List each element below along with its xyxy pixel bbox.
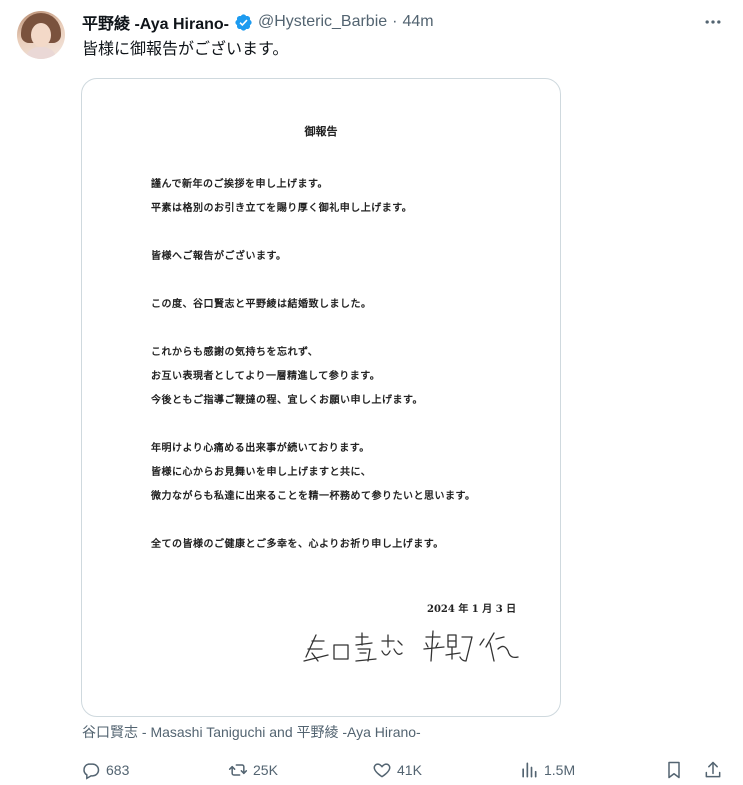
tweet-text: 皆様に御報告がございます。 bbox=[82, 39, 289, 58]
avatar[interactable] bbox=[17, 11, 65, 59]
like-button[interactable]: 41K bbox=[372, 756, 422, 784]
views-count: 1.5M bbox=[544, 762, 576, 778]
retweet-count: 25K bbox=[253, 762, 278, 778]
letter-line: 皆様に心からお見舞いを申し上げますと共に、 bbox=[151, 467, 372, 478]
reply-count: 683 bbox=[106, 762, 130, 778]
like-count: 41K bbox=[397, 762, 422, 778]
letter-title: 御報告 bbox=[304, 125, 338, 138]
letter-line: お互い表現者としてより一層精進して参ります。 bbox=[151, 371, 381, 382]
share-button[interactable] bbox=[703, 756, 723, 784]
retweet-icon bbox=[228, 764, 248, 776]
author-name[interactable]: 平野綾 -Aya Hirano- bbox=[82, 10, 229, 34]
letter-line: 全ての皆様のご健康とご多幸を、心よりお祈り申し上げます。 bbox=[151, 539, 444, 550]
verified-badge-icon bbox=[234, 13, 253, 32]
letter-line: 皆様へご報告がございます。 bbox=[151, 251, 287, 262]
letter-line: 平素は格別のお引き立てを賜り厚く御礼申し上げます。 bbox=[151, 203, 413, 214]
heart-icon bbox=[373, 763, 391, 778]
letter-date: 2024 年 1 月 3 日 bbox=[427, 604, 517, 615]
timestamp[interactable]: 44m bbox=[402, 13, 433, 31]
reply-icon bbox=[83, 763, 100, 780]
share-icon bbox=[705, 761, 721, 778]
reply-button[interactable]: 683 bbox=[81, 756, 129, 784]
views-icon bbox=[522, 762, 537, 778]
views-button[interactable]: 1.5M bbox=[519, 756, 575, 784]
letter-line: 微力ながらも私達に出来ることを精一杯務めて参りたいと思います。 bbox=[151, 491, 476, 502]
avatar-body bbox=[25, 47, 57, 59]
avatar-face bbox=[31, 23, 51, 47]
separator-dot: · bbox=[392, 13, 398, 30]
more-options-icon[interactable] bbox=[702, 12, 724, 32]
letter-line: 年明けより心痛める出来事が続いております。 bbox=[151, 443, 370, 454]
tweet-media-image[interactable]: 御報告 謹んで新年のご挨拶を申し上げます。 平素は格別のお引き立てを賜り厚く御礼… bbox=[81, 78, 561, 717]
bookmark-icon bbox=[668, 761, 680, 779]
letter-line: この度、谷口賢志と平野綾は結婚致しました。 bbox=[151, 299, 372, 310]
author-handle[interactable]: @Hysteric_Barbie bbox=[258, 13, 387, 31]
letter-line: これからも感謝の気持ちを忘れず、 bbox=[151, 347, 319, 358]
announcement-letter: 御報告 謹んで新年のご挨拶を申し上げます。 平素は格別のお引き立てを賜り厚く御礼… bbox=[82, 79, 560, 716]
letter-line: 今後ともご指導ご鞭撻の程、宜しくお願い申し上げます。 bbox=[151, 395, 423, 406]
media-caption[interactable]: 谷口賢志 - Masashi Taniguchi and 平野綾 -Aya Hi… bbox=[82, 722, 421, 742]
tweet-header: 平野綾 -Aya Hirano- @Hysteric_Barbie · 44m bbox=[82, 11, 434, 33]
handwritten-signature bbox=[303, 630, 519, 662]
bookmark-button[interactable] bbox=[664, 756, 684, 784]
retweet-button[interactable]: 25K bbox=[228, 756, 278, 784]
tweet-actions-bar: 683 25K 41K 1.5M bbox=[0, 756, 743, 784]
letter-line: 謹んで新年のご挨拶を申し上げます。 bbox=[151, 179, 328, 190]
